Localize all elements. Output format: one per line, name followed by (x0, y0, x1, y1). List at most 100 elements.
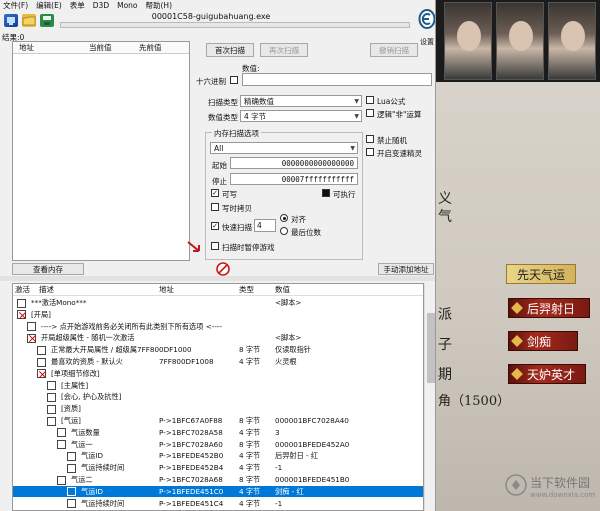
table-row[interactable]: [单项细节修改] (13, 368, 423, 380)
table-row[interactable]: [开局] (13, 309, 423, 321)
row-active-checkbox[interactable] (67, 499, 76, 509)
table-row[interactable]: 气运ID P->1BFEDE451C0 4 字节 剑痴 - 红 (13, 485, 423, 498)
align-radio[interactable] (280, 214, 288, 222)
watermark-text: 当下软件园 (530, 476, 591, 490)
menu-file[interactable]: 文件(F) (3, 0, 28, 11)
row-active-checkbox[interactable] (57, 475, 66, 485)
row-active-checkbox[interactable] (17, 310, 26, 320)
table-row[interactable]: ***激活Mono*** <脚本> (13, 297, 423, 309)
speedhack-checkbox[interactable] (366, 148, 374, 156)
table-row[interactable]: 正常最大开局属性 / 超级属7FF800DF1000 8 字节 仅读取指针 (13, 344, 423, 356)
pause-game-checkbox[interactable] (211, 242, 219, 250)
settings-label[interactable]: 设置 (420, 37, 434, 47)
col-table-address[interactable]: 地址 (159, 284, 174, 296)
save-icon[interactable] (40, 14, 54, 27)
hex-checkbox[interactable] (230, 76, 238, 84)
row-active-checkbox[interactable] (57, 428, 66, 438)
table-row[interactable]: [主属性] (13, 380, 423, 392)
row-active-checkbox[interactable] (67, 451, 76, 461)
col-active[interactable]: 激活 (15, 284, 30, 296)
add-to-list-arrow-icon[interactable] (186, 240, 202, 254)
cheat-engine-window: 文件(F) 编辑(E) 表单 D3D Mono 帮助(H) 00001C58-g… (0, 0, 436, 511)
lua-formula-checkbox[interactable] (366, 96, 374, 104)
add-address-manually-button[interactable]: 手动添加地址 (378, 263, 434, 275)
table-row[interactable]: 气运持续时间 P->1BFEDE451C4 4 字节 -1 (13, 498, 423, 510)
row-active-checkbox[interactable] (37, 345, 46, 355)
table-row[interactable]: 最喜欢的资质 - 默认火 7FF800DF1008 4 字节 火灵根 (13, 356, 423, 368)
row-active-checkbox[interactable] (57, 440, 66, 450)
start-address-input[interactable]: 0000000000000000 (230, 157, 358, 169)
cheat-engine-logo-icon[interactable] (418, 9, 436, 31)
innate-fortune-title[interactable]: 先天气运 (506, 264, 576, 284)
skill-houyi-label: 后羿射日 (527, 302, 576, 316)
col-type[interactable]: 类型 (239, 284, 254, 296)
value-type-label: 数值类型 (208, 113, 238, 122)
memory-region-select[interactable]: All ▼ (210, 142, 358, 154)
table-row[interactable]: [气运] P->1BFC67A0F88 8 字节 000001BFC7028A40 (13, 415, 423, 427)
row-active-checkbox[interactable] (27, 333, 36, 343)
scan-results-list[interactable]: 地址 当前值 先前值 (12, 41, 190, 261)
table-row[interactable]: 气运数量 P->1BFC7028A58 4 字节 3 (13, 427, 423, 439)
view-memory-button[interactable]: 查看内存 (12, 263, 84, 275)
row-active-checkbox[interactable] (67, 487, 76, 497)
row-active-checkbox[interactable] (47, 416, 56, 426)
menu-help[interactable]: 帮助(H) (146, 0, 173, 11)
first-scan-button[interactable]: 首次扫描 (206, 43, 254, 57)
stop-address-input[interactable]: 00007fffffffffff (230, 173, 358, 185)
next-scan-button[interactable]: 再次扫描 (260, 43, 308, 57)
col-description[interactable]: 描述 (39, 284, 54, 296)
row-description: [开局] (31, 309, 51, 319)
table-row[interactable]: [会心, 护心及抗性] (13, 391, 423, 403)
menu-d3d[interactable]: D3D (93, 0, 109, 11)
table-row[interactable]: 气运持续时间 P->1BFEDE452B4 4 字节 -1 (13, 462, 423, 474)
value-type-select[interactable]: 4 字节 ▼ (240, 110, 362, 122)
col-previous-value[interactable]: 先前值 (133, 42, 188, 53)
row-active-checkbox[interactable] (37, 357, 46, 367)
menu-table[interactable]: 表单 (70, 0, 85, 11)
row-active-checkbox[interactable] (47, 392, 56, 402)
table-row[interactable]: ----> 点开始游戏前务必关闭所有此类别下所有选项 <---- (13, 321, 423, 333)
row-active-checkbox[interactable] (47, 404, 56, 414)
row-active-checkbox[interactable] (37, 369, 46, 379)
table-row[interactable]: 气运一 P->1BFC7028A60 8 字节 000001BFEDE452A0 (13, 439, 423, 451)
open-folder-icon[interactable] (22, 14, 36, 27)
character-portrait[interactable] (548, 2, 596, 80)
executable-checkbox[interactable] (322, 189, 330, 197)
address-table[interactable]: 激活 描述 地址 类型 数值 ***激活Mono*** <脚本> [开局] ---->… (12, 283, 424, 511)
fast-scan-alignment-input[interactable]: 4 (254, 219, 276, 232)
row-active-checkbox[interactable] (27, 322, 36, 332)
character-portrait[interactable] (444, 2, 492, 80)
table-row[interactable]: 开局超级属性 - 随机一次激活 <脚本> (13, 332, 423, 344)
open-process-icon[interactable] (4, 14, 18, 27)
fast-scan-checkbox[interactable]: ✓ (211, 222, 219, 230)
last-digits-radio[interactable] (280, 227, 288, 235)
address-table-scrollbar[interactable] (424, 283, 435, 511)
col-value[interactable]: 数值 (275, 284, 290, 296)
table-row[interactable]: 气运二 P->1BFC7028A68 8 字节 000001BFEDE451B0 (13, 474, 423, 486)
writable-checkbox[interactable]: ✓ (211, 189, 219, 197)
row-active-checkbox[interactable] (17, 298, 26, 308)
logic-not-checkbox[interactable] (366, 109, 374, 117)
disable-random-checkbox[interactable] (366, 135, 374, 143)
copy-on-write-checkbox[interactable] (211, 203, 219, 211)
row-active-checkbox[interactable] (47, 381, 56, 391)
splitter[interactable] (0, 276, 435, 281)
col-address[interactable]: 地址 (13, 42, 83, 53)
undo-scan-button[interactable]: 撤销扫描 (370, 43, 418, 57)
skill-tiandu[interactable]: 天妒英才 (508, 364, 586, 384)
skill-jianchi[interactable]: 剑痴 (508, 331, 578, 351)
stop-icon[interactable] (216, 262, 230, 276)
menu-edit[interactable]: 编辑(E) (36, 0, 62, 11)
value-input[interactable] (242, 73, 432, 86)
row-active-checkbox[interactable] (67, 463, 76, 473)
table-row[interactable]: 气运ID P->1BFEDE452B0 4 字节 后羿射日 - 红 (13, 450, 423, 462)
table-row[interactable]: [资质] (13, 403, 423, 415)
scrollbar-thumb[interactable] (427, 313, 435, 383)
skill-houyi[interactable]: 后羿射日 (508, 298, 590, 318)
row-value: 仅读取指针 (275, 345, 311, 355)
character-portrait[interactable] (496, 2, 544, 80)
scan-type-select[interactable]: 精确数值 ▼ (240, 95, 362, 107)
align-label: 对齐 (291, 215, 306, 224)
menu-mono[interactable]: Mono (117, 0, 137, 11)
col-current-value[interactable]: 当前值 (83, 42, 133, 53)
